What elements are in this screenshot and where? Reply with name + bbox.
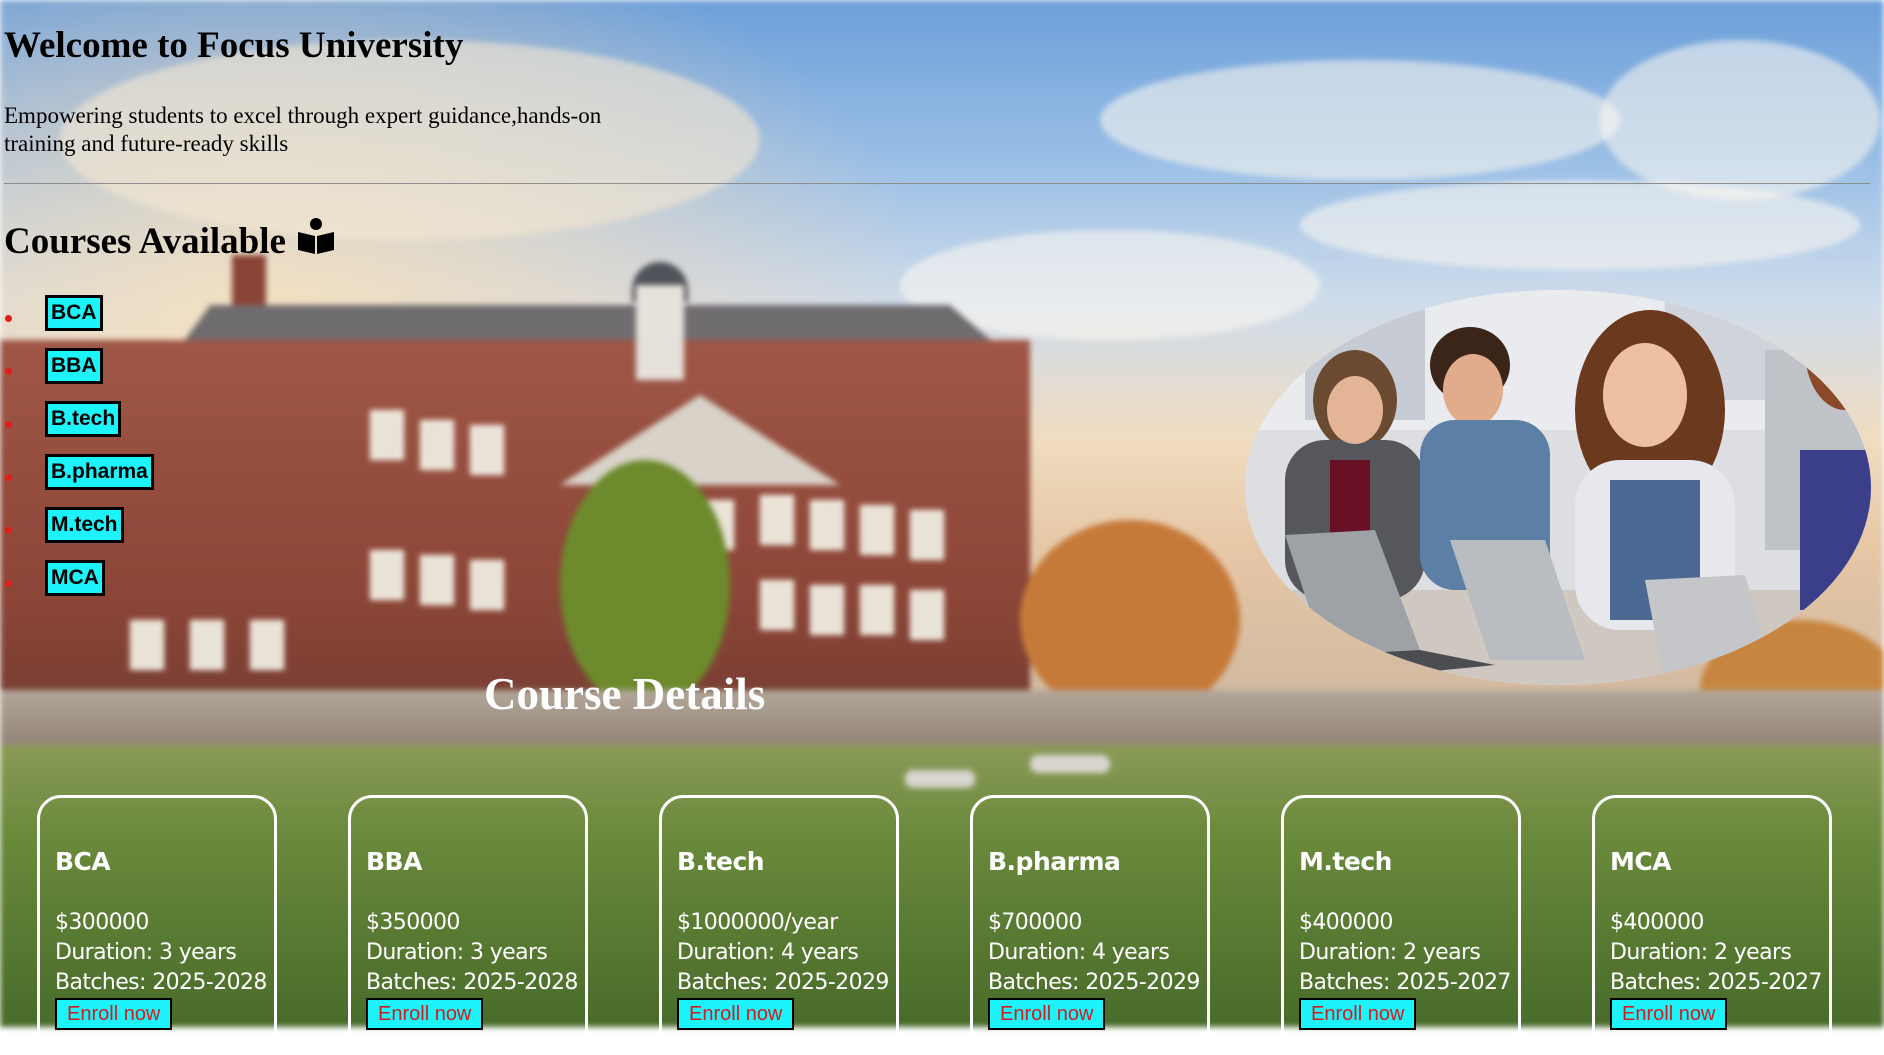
card-price: $300000 <box>55 910 149 935</box>
open-book-reader-icon <box>296 216 336 266</box>
enroll-button-btech[interactable]: Enroll now <box>677 998 795 1030</box>
enroll-button-mtech[interactable]: Enroll now <box>1299 998 1417 1030</box>
card-price: $400000 <box>1610 910 1704 935</box>
courses-heading-text: Courses Available <box>4 220 286 262</box>
course-card-bca: BCA $300000 Duration: 3 years Batches: 2… <box>37 795 277 1055</box>
course-chip-bca[interactable]: BCA <box>45 295 103 331</box>
course-card-mtech: M.tech $400000 Duration: 2 years Batches… <box>1281 795 1521 1055</box>
card-batches: Batches: 2025-2027 <box>1610 970 1822 995</box>
card-title: BBA <box>366 847 422 876</box>
enroll-button-bca[interactable]: Enroll now <box>55 998 173 1030</box>
course-chip-mtech[interactable]: M.tech <box>45 507 124 543</box>
divider <box>4 183 1870 184</box>
card-price: $1000000/year <box>677 910 838 935</box>
course-details-heading: Course Details <box>484 669 766 719</box>
card-title: M.tech <box>1299 847 1392 876</box>
card-price: $700000 <box>988 910 1082 935</box>
card-batches: Batches: 2025-2028 <box>366 970 578 995</box>
courses-heading: Courses Available <box>4 216 336 266</box>
enroll-button-mca[interactable]: Enroll now <box>1610 998 1728 1030</box>
card-batches: Batches: 2025-2028 <box>55 970 267 995</box>
card-title: B.tech <box>677 847 765 876</box>
course-chip-bpharma[interactable]: B.pharma <box>45 454 154 490</box>
card-duration: Duration: 3 years <box>55 940 237 965</box>
course-card-bpharma: B.pharma $700000 Duration: 4 years Batch… <box>970 795 1210 1055</box>
hero-subtitle: Empowering students to excel through exp… <box>4 103 602 156</box>
list-item: B.tech <box>0 401 154 454</box>
course-card-btech: B.tech $1000000/year Duration: 4 years B… <box>659 795 899 1055</box>
card-title: B.pharma <box>988 847 1121 876</box>
card-duration: Duration: 2 years <box>1299 940 1481 965</box>
card-batches: Batches: 2025-2029 <box>677 970 889 995</box>
enroll-button-bpharma[interactable]: Enroll now <box>988 998 1106 1030</box>
page-title: Welcome to Focus University <box>4 25 464 66</box>
list-item: MCA <box>0 560 154 613</box>
list-item: BCA <box>0 295 154 348</box>
card-duration: Duration: 4 years <box>988 940 1170 965</box>
card-price: $350000 <box>366 910 460 935</box>
list-item: M.tech <box>0 507 154 560</box>
course-card-mca: MCA $400000 Duration: 2 years Batches: 2… <box>1592 795 1832 1055</box>
card-duration: Duration: 2 years <box>1610 940 1792 965</box>
card-title: MCA <box>1610 847 1672 876</box>
list-item: BBA <box>0 348 154 401</box>
course-list: BCA BBA B.tech B.pharma M.tech MCA <box>0 295 154 613</box>
enroll-button-bba[interactable]: Enroll now <box>366 998 484 1030</box>
students-photo <box>1245 290 1871 685</box>
card-title: BCA <box>55 847 111 876</box>
card-price: $400000 <box>1299 910 1393 935</box>
course-card-bba: BBA $350000 Duration: 3 years Batches: 2… <box>348 795 588 1055</box>
list-item: B.pharma <box>0 454 154 507</box>
card-duration: Duration: 3 years <box>366 940 548 965</box>
card-duration: Duration: 4 years <box>677 940 859 965</box>
course-chip-btech[interactable]: B.tech <box>45 401 122 437</box>
course-chip-mca[interactable]: MCA <box>45 560 105 596</box>
card-batches: Batches: 2025-2027 <box>1299 970 1511 995</box>
card-batches: Batches: 2025-2029 <box>988 970 1200 995</box>
course-chip-bba[interactable]: BBA <box>45 348 103 384</box>
